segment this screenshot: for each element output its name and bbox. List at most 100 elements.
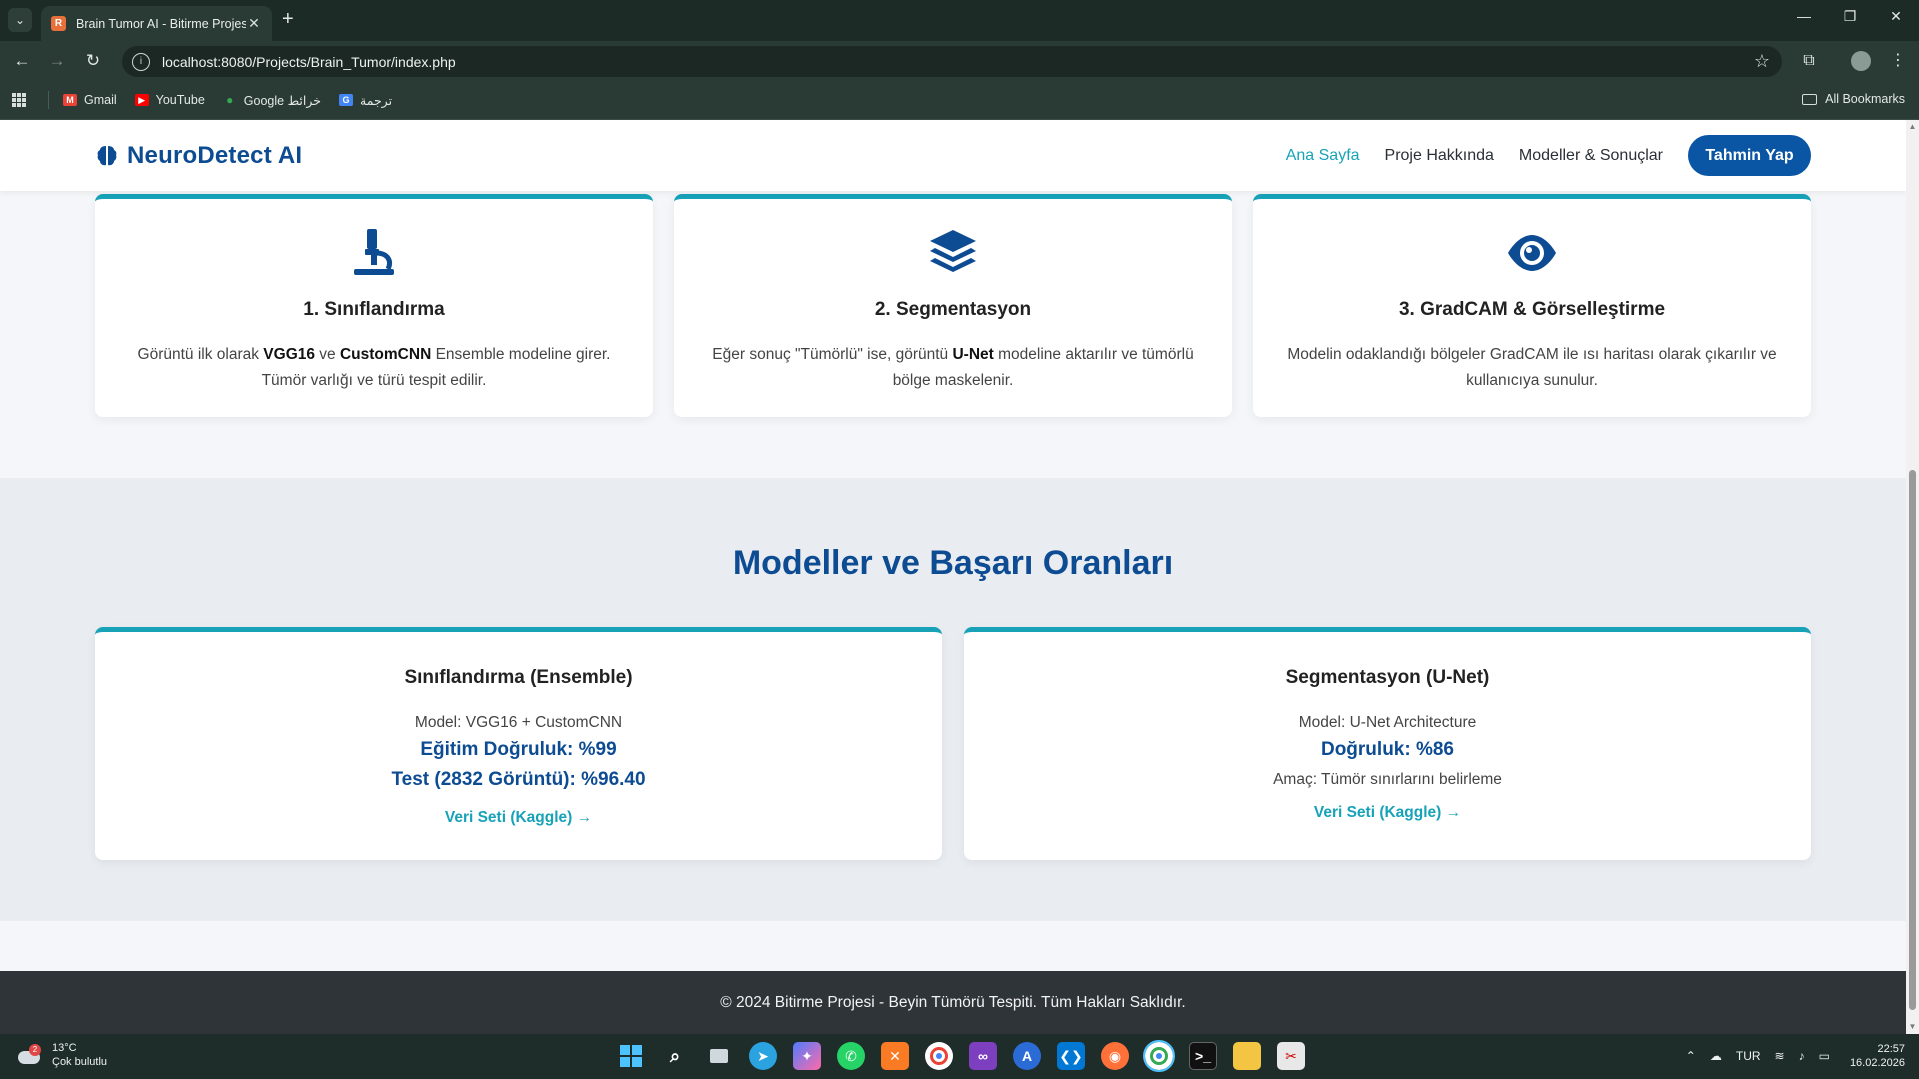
minimize-icon[interactable]: — [1792,8,1816,24]
app-store-icon[interactable]: A [1013,1042,1041,1070]
battery-icon[interactable]: ▭ [1819,1049,1830,1063]
scroll-up-icon[interactable]: ▲ [1908,122,1917,131]
restore-icon[interactable]: ❐ [1838,8,1862,25]
bookmark-translate[interactable]: G ترجمة [339,93,392,108]
step-description: Görüntü ilk olarak VGG16 ve CustomCNN En… [137,346,611,389]
bookmark-youtube[interactable]: ▶ YouTube [134,93,205,107]
profile-avatar[interactable] [1851,51,1871,71]
clock-date: 16.02.2026 [1849,1057,1905,1069]
browser-tab[interactable]: R Brain Tumor AI - Bitirme Projesi ✕ [41,6,272,41]
test-accuracy: Test (2832 Görüntü): %96.40 [391,769,646,790]
brand-name: NeuroDetect AI [127,142,303,169]
chrome-icon[interactable] [925,1042,953,1070]
footer-text: © 2024 Bitirme Projesi - Beyin Tümörü Te… [720,994,1186,1011]
dataset-link[interactable]: Veri Seti (Kaggle) → [964,804,1811,822]
all-bookmarks[interactable]: All Bookmarks [1802,92,1905,106]
xampp-icon[interactable]: ✕ [881,1042,909,1070]
snipping-tool-icon[interactable]: ✂ [1277,1042,1305,1070]
step-title: 3. GradCAM & Görselleştirme [1398,299,1666,320]
nav-about[interactable]: Proje Hakkında [1385,147,1494,165]
model-purpose: Amaç: Tümör sınırlarını belirleme [1273,771,1502,788]
weather-widget[interactable]: 2 13°C Çok bulutlu [16,1041,107,1069]
bookmark-maps[interactable]: ● Google خرائط [223,93,321,108]
site-navbar: NeuroDetect AI Ana Sayfa Proje Hakkında … [0,120,1906,191]
os-taskbar: 2 13°C Çok bulutlu ⌕ ➤ ✦ ✆ ✕ ∞ A ❮❯ ◉ >_… [0,1034,1919,1079]
back-icon[interactable]: ← [11,50,33,72]
all-bookmarks-label: All Bookmarks [1825,92,1905,106]
step-card-gradcam: 3. GradCAM & Görselleştirme Modelin odak… [1253,194,1811,417]
copilot-icon[interactable]: ✦ [793,1042,821,1070]
section-title: Modeller ve Başarı Oranları [732,544,1174,582]
task-view-icon[interactable] [705,1042,733,1070]
brand-logo[interactable]: NeuroDetect AI [95,142,302,170]
nav-home[interactable]: Ana Sayfa [1286,147,1360,165]
step-description: Modelin odaklandığı bölgeler GradCAM ile… [1287,346,1777,389]
scroll-thumb[interactable] [1909,470,1916,1010]
tab-search-button[interactable]: ⌄ [8,8,32,32]
bookmark-star-icon[interactable]: ☆ [1754,51,1770,72]
chrome-active-icon[interactable] [1143,1040,1175,1072]
step-card-classification: 1. Sınıflandırma Görüntü ilk olarak VGG1… [95,194,653,417]
bookmark-label: Google خرائط [243,93,322,108]
translate-icon: G [339,94,354,106]
telegram-icon[interactable]: ➤ [749,1042,777,1070]
apps-grid-icon[interactable] [12,93,26,107]
bookmark-gmail[interactable]: M Gmail [63,93,117,107]
windows-start-icon[interactable] [617,1042,645,1070]
models-section: Modeller ve Başarı Oranları Sınıflandırm… [0,478,1906,921]
browser-toolbar: ← → ↻ i localhost:8080/Projects/Brain_Tu… [0,41,1919,81]
gmail-icon: M [63,94,77,106]
terminal-icon[interactable]: >_ [1189,1042,1217,1070]
whatsapp-icon[interactable]: ✆ [837,1042,865,1070]
youtube-icon: ▶ [134,94,149,106]
page-scrollbar[interactable]: ▲ ▼ [1906,120,1919,1034]
visual-studio-icon[interactable]: ∞ [969,1042,997,1070]
cloud-icon: 2 [16,1044,42,1066]
chevron-up-icon[interactable]: ⌃ [1686,1049,1696,1063]
url-text[interactable]: localhost:8080/Projects/Brain_Tumor/inde… [162,54,1754,70]
model-name: Model: VGG16 + CustomCNN [414,714,623,731]
vscode-icon[interactable]: ❮❯ [1057,1042,1085,1070]
menu-kebab-icon[interactable]: ⋮ [1887,50,1909,72]
nav-models[interactable]: Modeller & Sonuçlar [1519,147,1663,165]
layers-icon [930,230,976,272]
bookmark-label: ترجمة [360,93,393,108]
process-steps-section: 1. Sınıflandırma Görüntü ilk olarak VGG1… [0,191,1906,478]
clock-time: 22:57 [1877,1043,1905,1055]
reload-icon[interactable]: ↻ [82,50,104,72]
train-accuracy: Eğitim Doğruluk: %99 [420,739,617,760]
extensions-icon[interactable]: ⧉ [1798,50,1820,72]
model-card-ensemble: Sınıflandırma (Ensemble) Model: VGG16 + … [95,627,942,860]
site-info-icon[interactable]: i [132,52,150,71]
step-description: Eğer sonuç "Tümörlü" ise, görüntü U-Net … [712,346,1194,389]
page-viewport: NeuroDetect AI Ana Sayfa Proje Hakkında … [0,120,1906,1034]
predict-button[interactable]: Tahmin Yap [1688,135,1811,176]
search-icon[interactable]: ⌕ [661,1042,689,1070]
scroll-down-icon[interactable]: ▼ [1908,1022,1917,1031]
wifi-icon[interactable]: ≋ [1775,1049,1785,1063]
tab-close-icon[interactable]: ✕ [246,15,262,32]
browser-tab-bar: ⌄ R Brain Tumor AI - Bitirme Projesi ✕ +… [0,0,1919,41]
bookmark-label: YouTube [155,93,205,107]
close-window-icon[interactable]: ✕ [1884,8,1908,25]
volume-icon[interactable]: ♪ [1799,1049,1805,1063]
step-title: 1. Sınıflandırma [303,299,445,320]
address-bar[interactable]: i localhost:8080/Projects/Brain_Tumor/in… [122,46,1782,77]
forward-icon[interactable]: → [46,50,68,72]
model-card-title: Segmentasyon (U-Net) [1285,667,1490,688]
new-tab-icon[interactable]: + [282,9,294,29]
weather-temp: 13°C [52,1042,77,1054]
dataset-link[interactable]: Veri Seti (Kaggle) → [95,809,942,827]
model-card-title: Sınıflandırma (Ensemble) [404,667,633,688]
maps-pin-icon: ● [226,93,234,107]
file-explorer-icon[interactable] [1233,1042,1261,1070]
bookmark-label: Gmail [84,93,117,107]
onedrive-icon[interactable]: ☁ [1710,1049,1722,1063]
clock[interactable]: 22:57 16.02.2026 [1850,1042,1905,1070]
microscope-icon [354,229,394,275]
bookmarks-bar: M Gmail ▶ YouTube ● Google خرائط G ترجمة… [0,81,1919,120]
taskbar-apps: ⌕ ➤ ✦ ✆ ✕ ∞ A ❮❯ ◉ >_ ✂ [617,1040,1321,1072]
language-indicator[interactable]: TUR [1736,1049,1761,1063]
firefox-icon[interactable]: ◉ [1101,1042,1129,1070]
model-card-unet: Segmentasyon (U-Net) Model: U-Net Archit… [964,627,1811,860]
